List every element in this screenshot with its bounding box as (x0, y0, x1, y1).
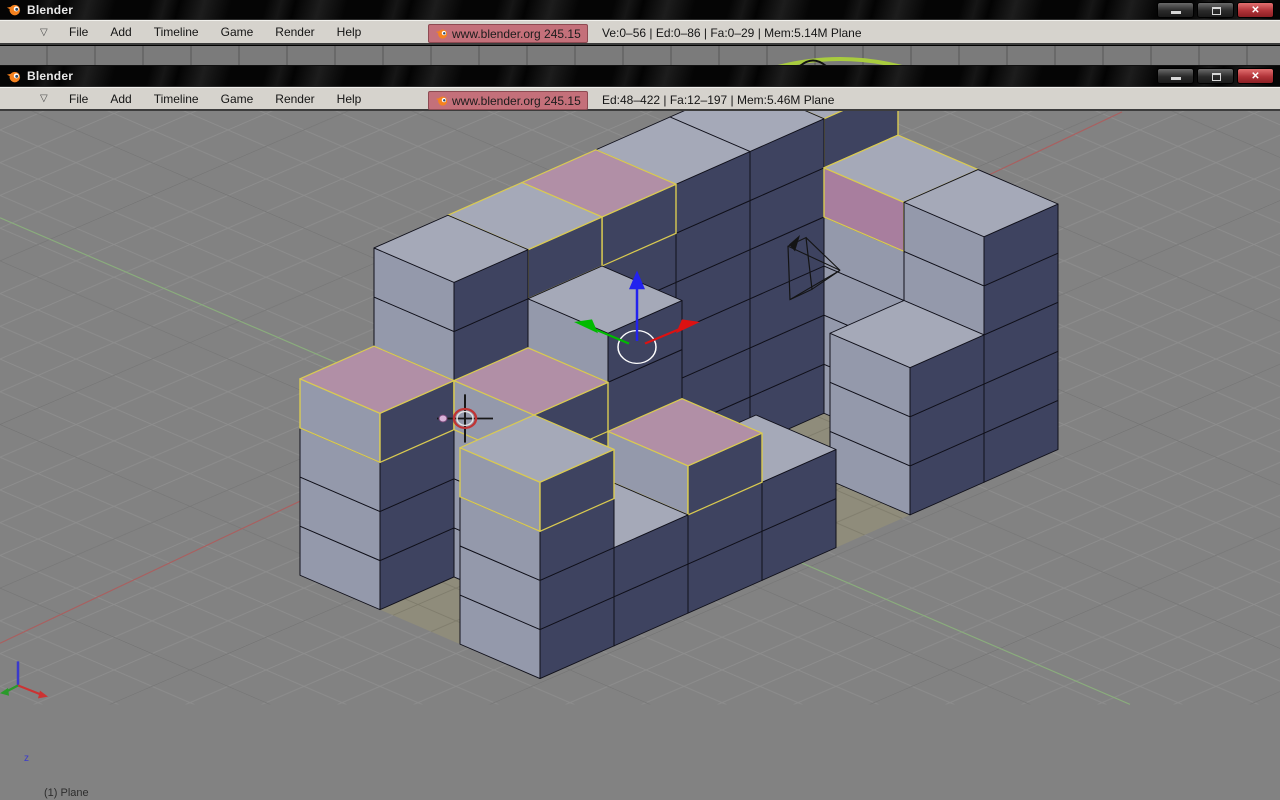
close-button[interactable]: ✕ (1237, 68, 1274, 84)
menu-add[interactable]: Add (99, 88, 142, 109)
restore-icon (1212, 73, 1221, 81)
window1-title: Blender (27, 2, 74, 17)
collapse-menu-icon[interactable]: ▽ (40, 27, 58, 38)
restore-icon (1212, 7, 1221, 15)
minimize-button[interactable] (1157, 68, 1194, 84)
mesh-stats: Ve:0–56 | Ed:0–86 | Fa:0–29 | Mem:5.14M … (602, 26, 862, 40)
window2-header: ▽ File Add Timeline Game Render Help www… (0, 87, 1280, 111)
viewport-3d-scene[interactable] (0, 111, 1280, 800)
window2-titlebar[interactable]: Blender ✕ (0, 66, 1280, 87)
menu-file[interactable]: File (58, 21, 99, 43)
menu-help[interactable]: Help (326, 88, 373, 109)
restore-button[interactable] (1197, 2, 1234, 18)
menu-file[interactable]: File (58, 88, 99, 109)
menu-timeline[interactable]: Timeline (143, 88, 210, 109)
close-button[interactable]: ✕ (1237, 2, 1274, 18)
blender-logo-icon (435, 29, 448, 39)
sliver-graphics (777, 57, 903, 65)
desktop: Blender ✕ ▽ File Add Timeline Game Rende… (0, 0, 1280, 800)
window1-header: ▽ File Add Timeline Game Render Help www… (0, 20, 1280, 45)
minimize-button[interactable] (1157, 2, 1194, 18)
window1-titlebar[interactable]: Blender ✕ (0, 0, 1280, 20)
menu-game[interactable]: Game (210, 88, 265, 109)
viewport-3d[interactable]: z (1) Plane (0, 111, 1280, 800)
version-text: www.blender.org 245.15 (452, 93, 581, 108)
version-badge: www.blender.org 245.15 (428, 91, 588, 110)
mesh-stats: Ed:48–422 | Fa:12–197 | Mem:5.46M Plane (602, 93, 835, 107)
collapse-menu-icon[interactable]: ▽ (40, 93, 58, 104)
menu-add[interactable]: Add (99, 21, 142, 43)
menu-game[interactable]: Game (210, 21, 265, 43)
menu-help[interactable]: Help (326, 21, 373, 43)
active-object-label: (1) Plane (44, 787, 89, 799)
window2-title: Blender (27, 69, 74, 83)
menu-render[interactable]: Render (264, 21, 325, 43)
minimize-icon (1171, 11, 1181, 14)
window1-viewport-sliver[interactable] (0, 46, 1280, 66)
menu-render[interactable]: Render (264, 88, 325, 109)
blender-logo-icon (6, 71, 21, 82)
version-text: www.blender.org 245.15 (452, 26, 581, 41)
gizmo-z-label: z (24, 753, 29, 764)
blender-logo-icon (6, 4, 21, 16)
menu-timeline[interactable]: Timeline (143, 21, 210, 43)
minimize-icon (1171, 77, 1181, 80)
blender-logo-icon (435, 96, 448, 106)
restore-button[interactable] (1197, 68, 1234, 84)
version-badge: www.blender.org 245.15 (428, 24, 588, 43)
